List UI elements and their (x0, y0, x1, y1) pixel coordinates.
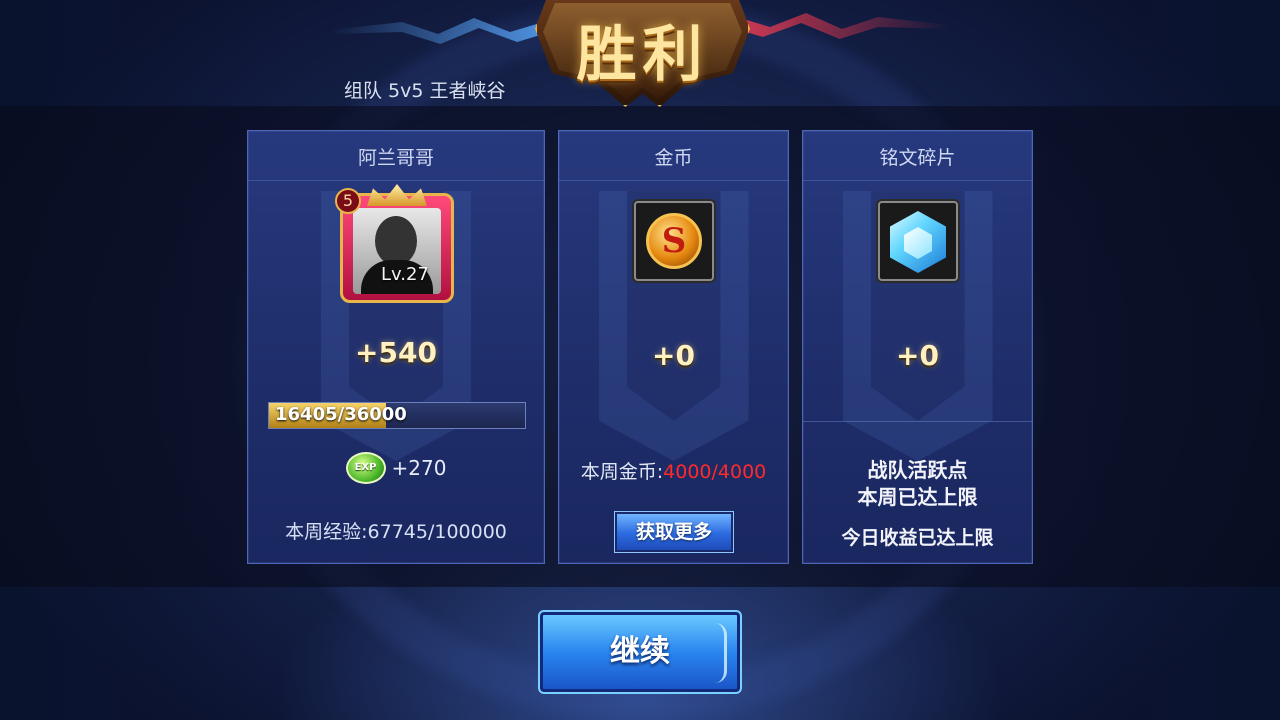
game-mode-label: 组队 5v5 王者峡谷 (344, 80, 506, 102)
victory-title: 胜利 (576, 20, 709, 90)
daily-limit-label: 今日收益已达上限 (841, 527, 994, 549)
rune-reward-panel: 铭文碎片 +0 战队活跃点 本周已达上限 今日收益已达上限 (802, 130, 1033, 564)
weekly-coin-text: 本周金币:4000/4000 (559, 457, 788, 484)
player-level: Lv.27 (381, 264, 429, 285)
crown-icon (367, 184, 427, 206)
exp-bonus-row: EXP +270 (248, 451, 544, 485)
exp-progress-bar: 16405/36000 (268, 402, 526, 429)
rune-reward-value: +0 (896, 339, 939, 372)
team-activity-label: 战队活跃点 (867, 458, 968, 482)
avatar-head (375, 216, 417, 266)
blue-lightning-icon (330, 14, 570, 44)
exp-progress-text: 16405/36000 (275, 404, 407, 425)
rank-badge: 5 (335, 188, 361, 214)
team-activity-limit: 战队活跃点 本周已达上限 (803, 457, 1032, 511)
coin-panel-title: 金币 (559, 131, 788, 181)
exp-bonus-value: +270 (391, 456, 447, 480)
exp-reward-value: +540 (355, 336, 437, 369)
coin-symbol: S (646, 213, 702, 269)
coin-reward-panel: 金币 S +0 本周金币:4000/4000 获取更多 (558, 130, 789, 564)
player-name: 阿兰哥哥 (248, 131, 544, 181)
rune-panel-title: 铭文碎片 (803, 131, 1032, 181)
hero-reward-panel: 阿兰哥哥 Lv.27 5 +540 16405/36000 EXP +270 本… (247, 130, 545, 564)
divider (803, 421, 1032, 422)
exp-icon: EXP (345, 452, 386, 484)
rune-fragment-icon (878, 201, 958, 281)
get-more-button[interactable]: 获取更多 (614, 511, 734, 553)
weekly-coin-label: 本周金币: (580, 461, 664, 483)
avatar[interactable]: Lv.27 5 (335, 184, 454, 303)
weekly-limit-label: 本周已达上限 (857, 485, 978, 509)
weekly-coin-value: 4000/4000 (663, 461, 767, 483)
weekly-exp-text: 本周经验:67745/100000 (285, 521, 507, 543)
coin-reward-value: +0 (652, 339, 695, 372)
gold-coin-icon: S (634, 201, 714, 281)
continue-button[interactable]: 继续 (538, 610, 742, 694)
